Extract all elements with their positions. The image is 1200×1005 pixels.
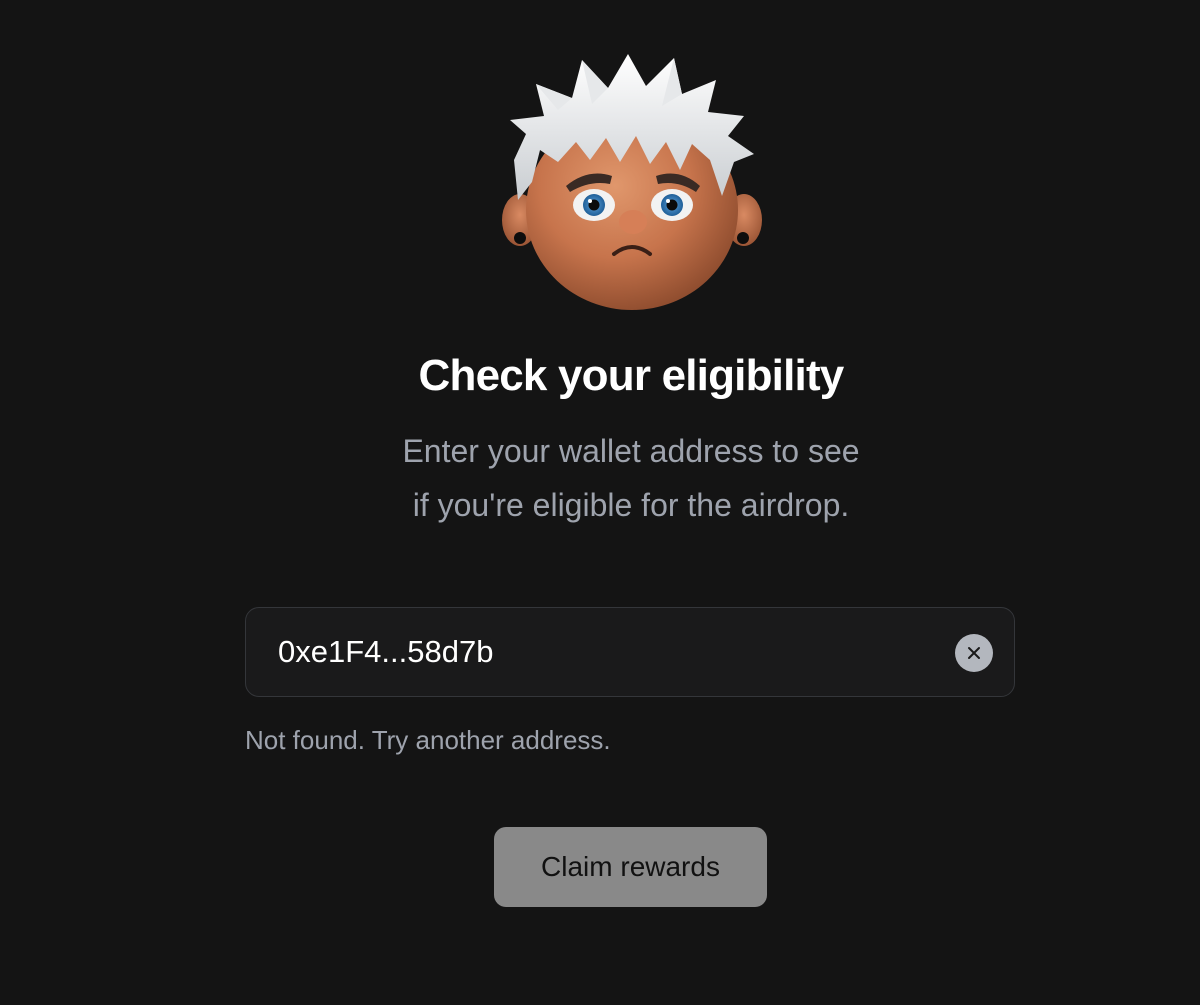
wallet-address-input[interactable]: [278, 608, 918, 696]
page-title: Check your eligibility: [418, 351, 845, 400]
subtitle-line-1: Enter your wallet address to see: [402, 433, 860, 469]
claim-rewards-button[interactable]: Claim rewards: [494, 827, 767, 907]
avatar: [496, 50, 768, 318]
not-found-message: Not found. Try another address.: [245, 725, 611, 755]
subtitle-line-2: if you're eligible for the airdrop.: [412, 487, 850, 523]
close-icon: [968, 647, 980, 659]
wallet-address-field: [245, 607, 1015, 697]
eligibility-page: Check your eligibility Enter your wallet…: [0, 0, 1200, 1005]
page-subtitle: Enter your wallet address to see if you'…: [0, 424, 1200, 532]
sad-character-icon: [502, 54, 762, 310]
clear-input-button[interactable]: [955, 634, 993, 672]
